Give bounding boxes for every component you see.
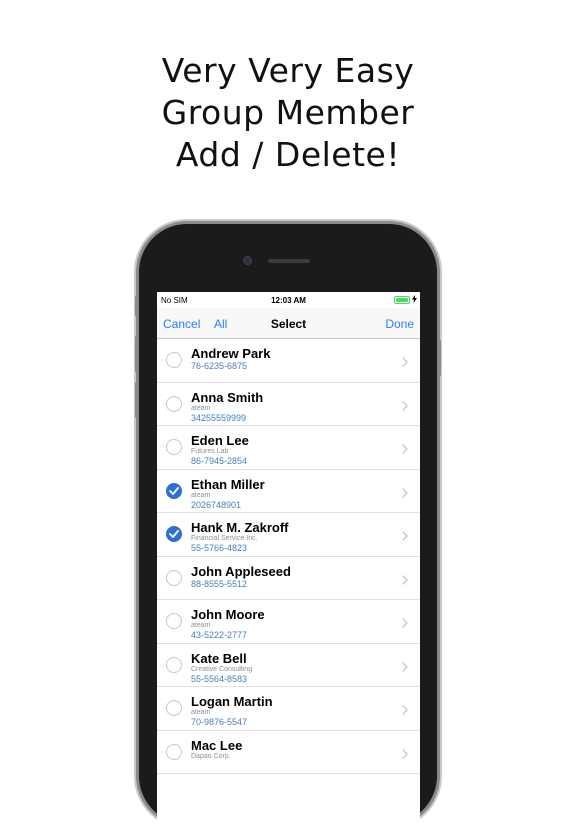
navigation-bar: Cancel All Select Done [157, 308, 420, 339]
contact-info: John Moore ateam 43-5222-2777 [191, 608, 394, 641]
contact-info: Andrew Park 76-6235-6875 [191, 347, 394, 372]
checked-circle-icon[interactable] [166, 526, 182, 542]
phone-screen: No SIM 12:03 AM Cancel All Select Done A… [157, 292, 420, 832]
chevron-right-icon[interactable] [402, 659, 408, 677]
contact-row[interactable]: John Moore ateam 43-5222-2777 [157, 600, 420, 644]
contact-name: Logan Martin [191, 694, 273, 709]
contact-info: Hank M. Zakroff Financial Service Inc. 55-… [191, 521, 394, 554]
contact-row[interactable]: Anna Smith ateam 34255559999 [157, 383, 420, 426]
unchecked-circle-icon[interactable] [166, 613, 182, 629]
unchecked-circle-icon[interactable] [166, 395, 182, 412]
contact-name: Ethan Miller [191, 476, 265, 492]
unchecked-circle-icon[interactable] [166, 743, 182, 760]
contact-organization: Futures Lab [191, 448, 229, 455]
contact-row[interactable]: Kate Bell Creative Consulting 55-5564-8583 [157, 644, 420, 687]
contact-info: Anna Smith ateam 34255559999 [191, 389, 394, 424]
contact-phone: 55-5564-8583 [191, 673, 248, 684]
unchecked-circle-icon[interactable] [166, 700, 182, 716]
contact-phone: 70-9876-5547 [191, 717, 248, 727]
contact-info: Logan Martin ateam 70-9876-5547 [191, 695, 394, 728]
contact-organization: ateam [191, 404, 211, 412]
contact-name: John Moore [191, 607, 265, 622]
unchecked-circle-icon[interactable] [166, 439, 182, 455]
earpiece-speaker [268, 259, 310, 263]
contact-organization: ateam [191, 622, 211, 629]
contact-row[interactable]: Logan Martin ateam 70-9876-5547 [157, 687, 420, 731]
contact-organization: ateam [191, 709, 211, 716]
bolt-icon [412, 295, 417, 305]
contact-phone: 86-7945-2854 [191, 456, 248, 466]
phone-volume-up [135, 336, 138, 372]
status-time: 12:03 AM [271, 296, 306, 305]
contact-phone: 34255559999 [191, 412, 247, 423]
contact-name: Eden Lee [191, 433, 249, 448]
phone-frame: No SIM 12:03 AM Cancel All Select Done A… [135, 224, 441, 832]
contact-row[interactable]: Eden Lee Futures Lab 86-7945-2854 [157, 426, 420, 470]
chevron-right-icon[interactable] [402, 746, 408, 764]
headline-line-3: Add / Delete! [175, 135, 401, 174]
checkmark-icon [169, 530, 179, 538]
headline-line-2: Group Member [161, 93, 415, 132]
contact-name: Andrew Park [191, 346, 271, 361]
chevron-right-icon[interactable] [402, 398, 408, 416]
nav-title: Select [270, 317, 307, 331]
contact-organization: Financial Service Inc. [191, 535, 258, 542]
unchecked-circle-icon[interactable] [166, 656, 182, 673]
contact-organization: Dapao Corp. [191, 752, 231, 760]
phone-power-button [438, 340, 441, 376]
phone-mute-switch [135, 296, 138, 316]
chevron-right-icon[interactable] [402, 485, 408, 503]
chevron-right-icon[interactable] [402, 615, 408, 633]
chevron-right-icon[interactable] [402, 702, 408, 720]
contact-phone: 55-5766-4823 [191, 543, 248, 553]
checkmark-icon [169, 486, 179, 495]
contact-name: Anna Smith [191, 389, 264, 405]
contact-name: Kate Bell [191, 650, 247, 666]
contact-info: John Appleseed 88-8555-5512 [191, 563, 394, 590]
contact-list: Andrew Park 76-6235-6875 Anna Smith ateam 34… [157, 339, 420, 774]
unchecked-circle-icon[interactable] [166, 352, 182, 368]
contact-info: Ethan Miller ateam 2026748901 [191, 476, 394, 511]
chevron-right-icon[interactable] [402, 441, 408, 459]
contact-name: Mac Lee [191, 737, 243, 753]
contact-row[interactable]: Hank M. Zakroff Financial Service Inc. 55-… [157, 513, 420, 557]
chevron-right-icon[interactable] [402, 528, 408, 546]
contact-phone: 43-5222-2777 [191, 630, 248, 640]
contact-row[interactable]: Mac Lee Dapao Corp. [157, 731, 420, 774]
status-bar: No SIM 12:03 AM [157, 292, 420, 308]
contact-name: John Appleseed [191, 563, 291, 579]
contact-row[interactable]: Ethan Miller ateam 2026748901 [157, 470, 420, 513]
contact-info: Mac Lee Dapao Corp. [191, 737, 394, 761]
contact-organization: Creative Consulting [191, 665, 253, 673]
contact-row[interactable]: John Appleseed 88-8555-5512 [157, 557, 420, 600]
contact-phone: 2026748901 [191, 499, 242, 510]
contact-info: Kate Bell Creative Consulting 55-5564-8583 [191, 650, 394, 685]
chevron-right-icon[interactable] [402, 354, 408, 372]
contact-phone: 76-6235-6875 [191, 361, 248, 371]
done-button[interactable]: Done [385, 317, 414, 331]
promo-headline: Very Very Easy Group Member Add / Delete… [0, 50, 576, 176]
phone-volume-down [135, 382, 138, 418]
headline-line-1: Very Very Easy [161, 51, 415, 90]
chevron-right-icon[interactable] [402, 572, 408, 590]
contact-row[interactable]: Andrew Park 76-6235-6875 [157, 339, 420, 383]
contact-phone: 88-8555-5512 [191, 578, 248, 589]
battery-icon [394, 296, 410, 304]
contact-info: Eden Lee Futures Lab 86-7945-2854 [191, 434, 394, 467]
contact-name: Hank M. Zakroff [191, 520, 289, 535]
unchecked-circle-icon[interactable] [166, 569, 182, 586]
front-camera [243, 256, 252, 265]
checked-circle-icon[interactable] [166, 482, 182, 499]
contact-organization: ateam [191, 491, 211, 499]
